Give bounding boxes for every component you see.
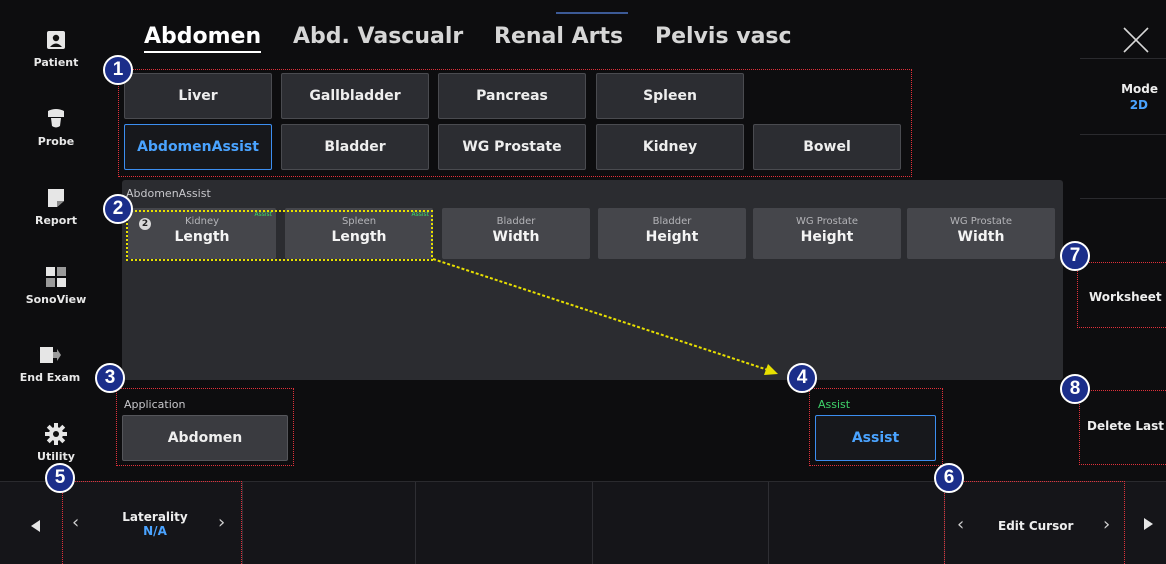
page-right-arrow-icon[interactable] <box>1142 518 1154 530</box>
mode-label: Mode <box>1121 82 1158 96</box>
application-abdomen-button[interactable]: Abdomen <box>122 415 288 461</box>
mode-display[interactable]: Mode 2D <box>1080 82 1166 112</box>
divider <box>1080 198 1166 199</box>
annotation-box-laterality <box>62 481 242 564</box>
divider <box>415 482 416 564</box>
mode-value: 2D <box>1129 98 1148 112</box>
divider <box>1080 58 1166 59</box>
divider <box>768 482 769 564</box>
callout-badge-2: 2 <box>103 194 133 224</box>
assist-label: Assist <box>818 398 851 411</box>
callout-badge-4: 4 <box>787 363 817 393</box>
delete-last-button[interactable]: Delete Last <box>1087 419 1164 433</box>
divider <box>242 482 243 564</box>
callout-badge-6: 6 <box>934 463 964 493</box>
callout-badge-1: 1 <box>103 55 133 85</box>
callout-badge-3: 3 <box>95 363 125 393</box>
annotation-arrow <box>432 258 778 375</box>
close-icon[interactable] <box>1122 26 1150 54</box>
page-dots <box>585 558 600 564</box>
callout-badge-7: 7 <box>1060 241 1090 271</box>
divider <box>1080 134 1166 135</box>
assist-button[interactable]: Assist <box>815 415 936 461</box>
callout-badge-5: 5 <box>45 463 75 493</box>
worksheet-button[interactable]: Worksheet <box>1089 290 1162 304</box>
application-label: Application <box>124 398 186 411</box>
callout-badge-8: 8 <box>1060 374 1090 404</box>
divider <box>592 482 593 564</box>
page-left-arrow-icon[interactable] <box>30 520 42 532</box>
annotation-box-edit-cursor <box>944 481 1125 564</box>
